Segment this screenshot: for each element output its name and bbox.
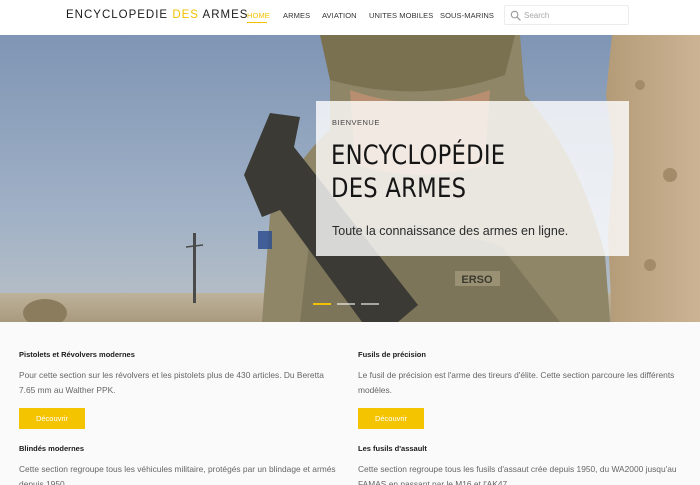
nav-active-indicator xyxy=(247,22,267,23)
section-description: Le fusil de précision est l'arme des tir… xyxy=(358,370,675,395)
hero-caption-card: BIENVENUE ENCYCLOPÉDIE DES ARMES Toute l… xyxy=(316,101,629,256)
category-sections: Pistolets et Révolvers modernes Pour cet… xyxy=(0,322,700,485)
site-header: ENCYCLOPEDIE DES ARMES HOME ARMES AVIATI… xyxy=(0,0,700,35)
section-title: Les fusils d'assault xyxy=(358,444,427,453)
hero-kicker: BIENVENUE xyxy=(332,118,380,127)
hero-title: ENCYCLOPÉDIE DES ARMES xyxy=(331,140,506,204)
decouvrir-button-pistolets[interactable]: Découvrir xyxy=(19,408,85,429)
nav-item-sous-marins[interactable]: SOUS-MARINS xyxy=(440,11,494,20)
site-logo[interactable]: ENCYCLOPEDIE DES ARMES xyxy=(66,9,248,21)
section-description: Pour cette section sur les révolvers et … xyxy=(19,370,324,395)
search-box[interactable] xyxy=(504,5,629,25)
slider-dot-1[interactable] xyxy=(313,303,331,305)
slider-dot-3[interactable] xyxy=(361,303,379,305)
section-description: Cette section regroupe tous les véhicule… xyxy=(19,464,336,485)
hero-slider: ERSO BIENVENUE ENCYCLOPÉDIE DES ARMES To… xyxy=(0,35,700,322)
section-description: Cette section regroupe tous les fusils d… xyxy=(358,464,677,485)
uniform-name-tape: ERSO xyxy=(461,274,493,286)
section-card-blindes: Blindés modernes Cette section regroupe … xyxy=(19,444,341,485)
section-card-fusils-precision: Fusils de précision Le fusil de précisio… xyxy=(358,350,680,429)
section-card-pistolets: Pistolets et Révolvers modernes Pour cet… xyxy=(19,350,339,429)
section-title: Blindés modernes xyxy=(19,444,85,453)
nav-item-home[interactable]: HOME xyxy=(247,11,270,20)
section-title: Pistolets et Révolvers modernes xyxy=(19,350,135,359)
section-card-fusils-assault: Les fusils d'assault Cette section regro… xyxy=(358,444,680,485)
logo-text-part2: ARMES xyxy=(198,9,249,21)
nav-item-aviation[interactable]: AVIATION xyxy=(322,11,357,20)
logo-text-accent: DES xyxy=(172,9,199,21)
nav-item-unites-mobiles[interactable]: UNITES MOBILES xyxy=(369,11,433,20)
nav-item-armes[interactable]: ARMES xyxy=(283,11,310,20)
hero-subtitle: Toute la connaissance des armes en ligne… xyxy=(332,224,569,238)
decouvrir-button-fusils-precision[interactable]: Découvrir xyxy=(358,408,424,429)
section-title: Fusils de précision xyxy=(358,350,426,359)
search-input[interactable] xyxy=(524,8,624,23)
search-icon[interactable] xyxy=(510,10,521,21)
slider-dot-2[interactable] xyxy=(337,303,355,305)
logo-text-part1: ENCYCLOPEDIE xyxy=(66,9,173,21)
